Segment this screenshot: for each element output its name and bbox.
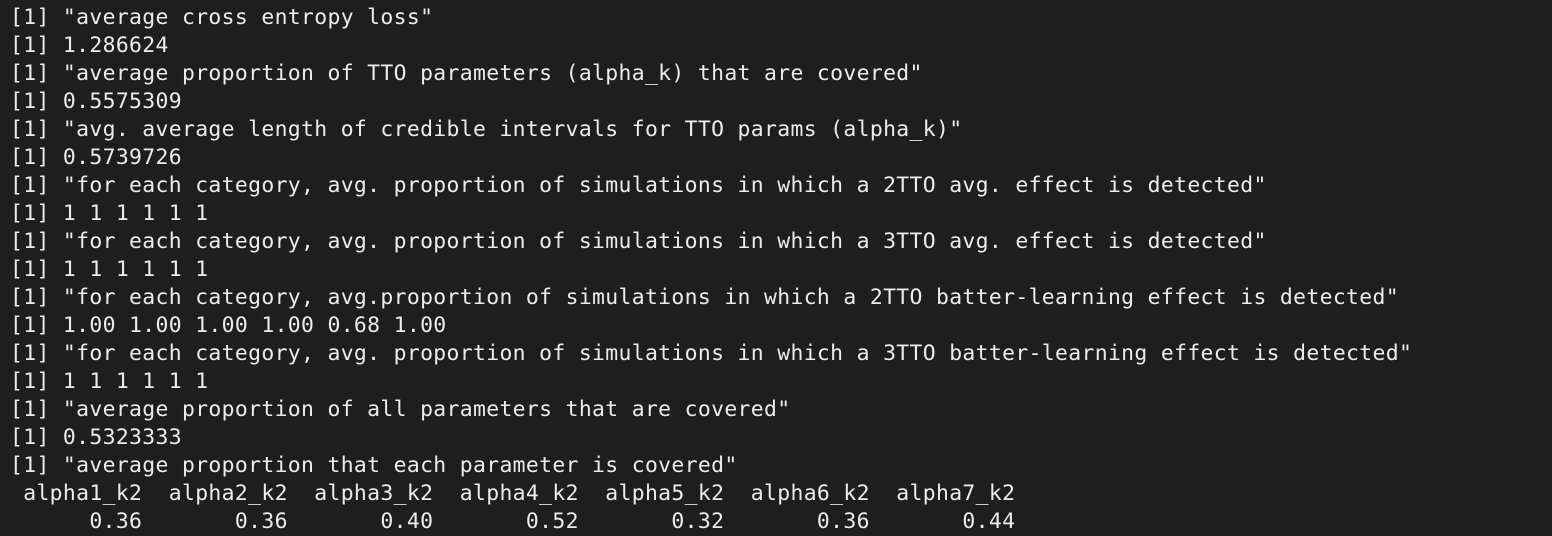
- output-line: [1] 0.5739726: [10, 145, 182, 170]
- vector-names-line: alpha1_k2 alpha2_k2 alpha3_k2 alpha4_k2 …: [10, 481, 1016, 506]
- output-line: [1] "average proportion that each parame…: [10, 453, 738, 478]
- output-line: [1] 0.5575309: [10, 89, 182, 114]
- output-line: [1] "for each category, avg. proportion …: [10, 173, 1267, 198]
- output-line: [1] "for each category, avg. proportion …: [10, 341, 1413, 366]
- output-line: [1] 1.00 1.00 1.00 1.00 0.68 1.00: [10, 313, 447, 338]
- output-line: [1] 1 1 1 1 1 1: [10, 257, 209, 282]
- output-line: [1] 1 1 1 1 1 1: [10, 369, 209, 394]
- output-line: [1] "avg. average length of credible int…: [10, 117, 963, 142]
- output-line: [1] "average cross entropy loss": [10, 5, 434, 30]
- output-line: [1] "average proportion of all parameter…: [10, 397, 791, 422]
- output-line: [1] "for each category, avg.proportion o…: [10, 285, 1399, 310]
- terminal-output[interactable]: [1] "average cross entropy loss" [1] 1.2…: [0, 0, 1552, 534]
- output-line: [1] 1.286624: [10, 33, 169, 58]
- output-line: [1] "for each category, avg. proportion …: [10, 229, 1267, 254]
- output-line: [1] "average proportion of TTO parameter…: [10, 61, 923, 86]
- output-line: [1] 1 1 1 1 1 1: [10, 201, 209, 226]
- output-line: [1] 0.5323333: [10, 425, 182, 450]
- vector-values-line: 0.36 0.36 0.40 0.52 0.32 0.36 0.44: [10, 509, 1016, 534]
